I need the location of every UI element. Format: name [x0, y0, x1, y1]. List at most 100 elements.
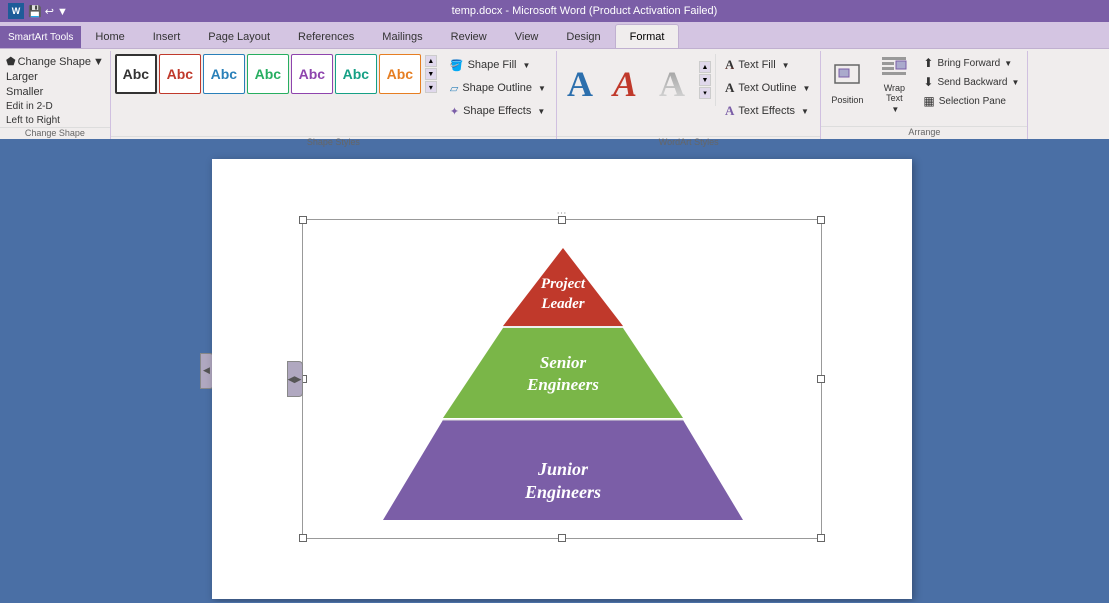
- bring-forward-button[interactable]: ⬆ Bring Forward ▼: [919, 54, 1023, 72]
- level-2-text: Senior: [539, 353, 586, 372]
- smartart-sidebar-toggle[interactable]: ◀▶: [287, 361, 303, 397]
- text-fill-arrow: ▼: [782, 61, 790, 70]
- handle-mr[interactable]: [817, 375, 825, 383]
- smartart-tools-label: SmartArt Tools: [0, 26, 81, 48]
- text-props: A Text Fill ▼ A Text Outline ▼ A Text Ef…: [719, 54, 816, 136]
- document-page: ⋯ ◀▶ Junior Engineers: [212, 159, 912, 599]
- selection-pane-icon: ▦: [923, 94, 934, 108]
- send-backward-icon: ⬇: [923, 75, 933, 89]
- handle-tl[interactable]: [299, 216, 307, 224]
- tab-format[interactable]: Format: [615, 24, 680, 48]
- shape-styles-group: Abc Abc Abc Abc Abc Abc Abc ▲ ▼ ▾: [111, 51, 557, 139]
- text-fill-icon: A: [725, 57, 734, 73]
- level-3-text: Junior: [536, 459, 588, 479]
- edit-2d-button[interactable]: Edit in 2-D: [4, 100, 55, 113]
- quick-access: 💾 ↩ ▼: [28, 5, 68, 18]
- wordart-scroll-up[interactable]: ▲: [699, 61, 711, 73]
- arrange-group: Position WrapText ▼: [821, 51, 1028, 139]
- tab-design[interactable]: Design: [552, 26, 614, 48]
- shape-style-3[interactable]: Abc: [203, 54, 245, 94]
- text-effects-button[interactable]: A Text Effects ▼: [719, 100, 816, 122]
- bring-forward-arrow: ▼: [1004, 59, 1012, 68]
- left-to-right-button[interactable]: Left to Right: [4, 114, 62, 127]
- shape-outline-button[interactable]: ▱ Shape Outline ▼: [444, 77, 552, 99]
- ribbon: ⬟ Change Shape ▼ Larger Smaller Edit in …: [0, 48, 1109, 139]
- tab-references[interactable]: References: [284, 26, 368, 48]
- shape-style-4[interactable]: Abc: [247, 54, 289, 94]
- arrange-label: Arrange: [821, 126, 1027, 139]
- wordart-style-2[interactable]: A: [607, 54, 651, 106]
- tab-page-layout[interactable]: Page Layout: [194, 26, 284, 48]
- bring-forward-icon: ⬆: [923, 56, 933, 70]
- svg-text:A: A: [659, 64, 685, 104]
- text-effects-icon: A: [725, 103, 734, 119]
- shape-effects-icon: ✦: [450, 105, 459, 118]
- change-shape-button[interactable]: ⬟ Change Shape ▼: [4, 54, 106, 69]
- handle-bc[interactable]: [558, 534, 566, 542]
- title-bar-left: W 💾 ↩ ▼: [8, 3, 68, 19]
- shape-outline-arrow: ▼: [538, 84, 546, 93]
- handle-tr[interactable]: [817, 216, 825, 224]
- change-shape-icon: ⬟: [6, 55, 16, 68]
- tab-bar: SmartArt Tools Home Insert Page Layout R…: [0, 22, 1109, 48]
- tab-home[interactable]: Home: [81, 26, 138, 48]
- change-shape-dropdown: ▼: [93, 56, 104, 68]
- text-effects-arrow: ▼: [801, 107, 809, 116]
- wordart-styles-label: WordArt Styles: [557, 136, 820, 149]
- drag-handle[interactable]: ⋯: [557, 208, 567, 219]
- level-1-text2: Leader: [540, 296, 584, 312]
- wordart-style-1[interactable]: A: [561, 54, 605, 106]
- scroll-expand[interactable]: ▾: [425, 81, 437, 93]
- shape-effects-button[interactable]: ✦ Shape Effects ▼: [444, 100, 552, 122]
- pyramid-chart: Junior Engineers Senior Engineers Projec…: [303, 220, 823, 540]
- level-3-text2: Engineers: [523, 482, 600, 502]
- shape-style-2[interactable]: Abc: [159, 54, 201, 94]
- scroll-up[interactable]: ▲: [425, 55, 437, 67]
- send-backward-arrow: ▼: [1011, 78, 1019, 87]
- svg-text:A: A: [567, 64, 593, 104]
- change-shape-group: ⬟ Change Shape ▼ Larger Smaller Edit in …: [0, 51, 111, 139]
- title-bar: W 💾 ↩ ▼ temp.docx - Microsoft Word (Prod…: [0, 0, 1109, 22]
- tab-mailings[interactable]: Mailings: [368, 26, 436, 48]
- position-icon: [831, 61, 863, 93]
- shape-style-scroll[interactable]: ▲ ▼ ▾: [425, 55, 437, 93]
- shape-fill-arrow: ▼: [522, 61, 530, 70]
- wordart-scroll-down[interactable]: ▼: [699, 74, 711, 86]
- pyramid-level-2[interactable]: [443, 328, 683, 418]
- wrap-text-button[interactable]: WrapText ▼: [872, 54, 916, 112]
- shape-fill-button[interactable]: 🪣 Shape Fill ▼: [444, 54, 552, 76]
- arrange-stack: ⬆ Bring Forward ▼ ⬇ Send Backward ▼ ▦ Se…: [919, 54, 1023, 110]
- change-shape-label: Change Shape: [0, 127, 110, 140]
- shape-outline-icon: ▱: [450, 82, 458, 95]
- word-icon: W: [8, 3, 24, 19]
- selection-pane-button[interactable]: ▦ Selection Pane: [919, 92, 1023, 110]
- tab-insert[interactable]: Insert: [139, 26, 195, 48]
- smaller-button[interactable]: Smaller: [4, 85, 45, 99]
- text-fill-button[interactable]: A Text Fill ▼: [719, 54, 816, 76]
- shape-fill-icon: 🪣: [450, 59, 464, 72]
- wordart-scroll-expand[interactable]: ▾: [699, 87, 711, 99]
- shape-style-6[interactable]: Abc: [335, 54, 377, 94]
- shape-style-1[interactable]: Abc: [115, 54, 157, 94]
- handle-br[interactable]: [817, 534, 825, 542]
- larger-button[interactable]: Larger: [4, 70, 40, 84]
- shape-styles-label: Shape Styles: [111, 136, 556, 149]
- scroll-down[interactable]: ▼: [425, 68, 437, 80]
- position-button[interactable]: Position: [825, 54, 869, 112]
- smartart-frame[interactable]: ⋯ ◀▶ Junior Engineers: [302, 219, 822, 539]
- shape-style-7[interactable]: Abc: [379, 54, 421, 94]
- text-outline-button[interactable]: A Text Outline ▼: [719, 77, 816, 99]
- svg-text:A: A: [611, 64, 637, 104]
- wrap-text-arrow: ▼: [891, 105, 899, 114]
- shape-style-5[interactable]: Abc: [291, 54, 333, 94]
- handle-bl[interactable]: [299, 534, 307, 542]
- wordart-scroll[interactable]: ▲ ▼ ▾: [699, 61, 711, 99]
- tab-review[interactable]: Review: [437, 26, 501, 48]
- wrap-text-icon: [878, 53, 910, 81]
- level-2-text2: Engineers: [526, 375, 599, 394]
- level-1-text: Project: [540, 276, 585, 292]
- text-outline-arrow: ▼: [802, 84, 810, 93]
- send-backward-button[interactable]: ⬇ Send Backward ▼: [919, 73, 1023, 91]
- tab-view[interactable]: View: [501, 26, 553, 48]
- wordart-style-3[interactable]: A: [653, 54, 697, 106]
